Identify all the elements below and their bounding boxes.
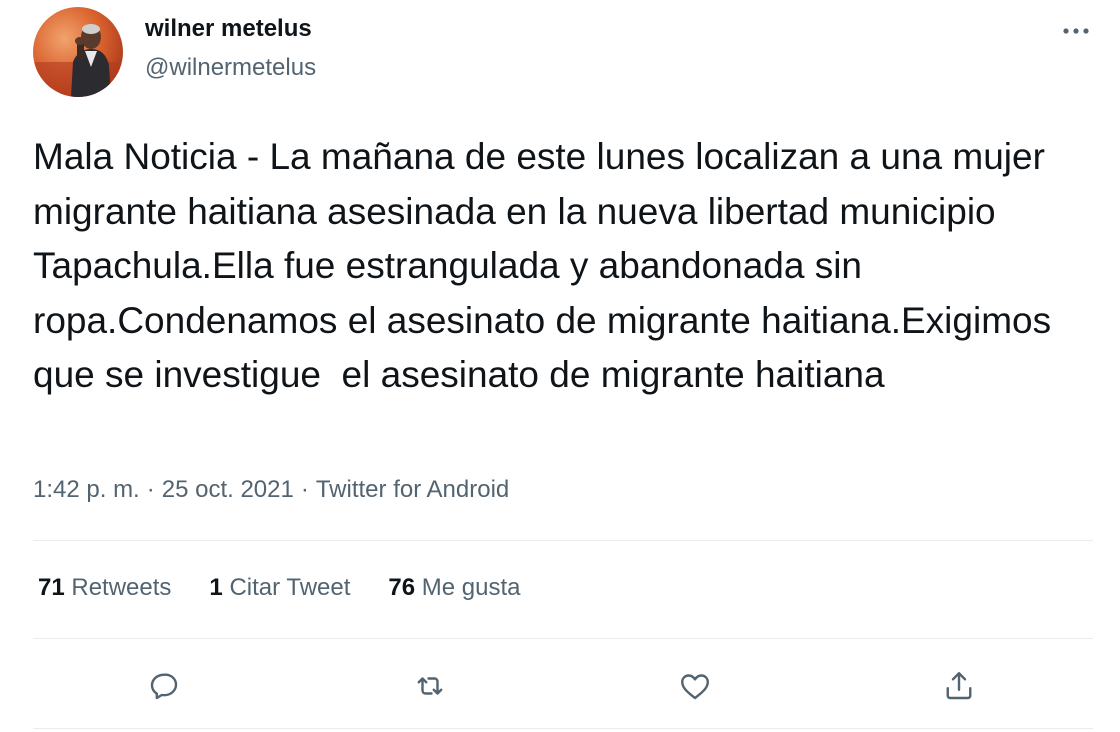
reply-icon	[150, 673, 178, 700]
divider	[33, 728, 1093, 729]
retweet-button[interactable]	[408, 664, 452, 708]
tweet-text: Mala Noticia - La mañana de este lunes l…	[33, 136, 1062, 396]
user-handle[interactable]: @wilnermetelus	[145, 52, 316, 84]
avatar[interactable]	[33, 7, 123, 97]
retweets-stat[interactable]: 71 Retweets	[38, 572, 171, 604]
meta-separator: ·	[300, 476, 309, 503]
quotes-count: 1	[209, 574, 223, 601]
retweets-count: 71	[38, 574, 65, 601]
heart-icon	[681, 674, 709, 700]
tweet-source[interactable]: Twitter for Android	[316, 476, 509, 503]
retweets-label: Retweets	[71, 574, 172, 601]
divider	[33, 540, 1093, 541]
retweet-icon	[417, 677, 443, 695]
more-options-button[interactable]	[1056, 14, 1096, 48]
divider	[33, 638, 1093, 639]
like-button[interactable]	[673, 664, 717, 708]
tweet-stats: 71 Retweets 1 Citar Tweet 76 Me gusta	[38, 572, 520, 604]
display-name[interactable]: wilner metelus	[145, 13, 312, 45]
avatar-photo	[33, 7, 123, 97]
tweet-card: wilner metelus @wilnermetelus Mala Notic…	[0, 0, 1120, 732]
likes-count: 76	[388, 574, 416, 601]
reply-button[interactable]	[142, 664, 186, 708]
meta-separator: ·	[146, 476, 155, 503]
tweet-metadata: 1:42 p. m. · 25 oct. 2021 · Twitter for Andr…	[33, 474, 509, 506]
quotes-label: Citar Tweet	[229, 574, 351, 601]
likes-label: Me gusta	[421, 574, 521, 601]
quote-tweets-stat[interactable]: 1 Citar Tweet	[209, 572, 350, 604]
share-button[interactable]	[937, 664, 981, 708]
more-horizontal-icon	[1063, 28, 1089, 34]
likes-stat[interactable]: 76 Me gusta	[388, 572, 520, 604]
tweet-time[interactable]: 1:42 p. m.	[33, 476, 140, 503]
share-icon	[946, 672, 972, 700]
action-bar	[0, 664, 1120, 708]
tweet-date[interactable]: 25 oct. 2021	[162, 476, 294, 503]
